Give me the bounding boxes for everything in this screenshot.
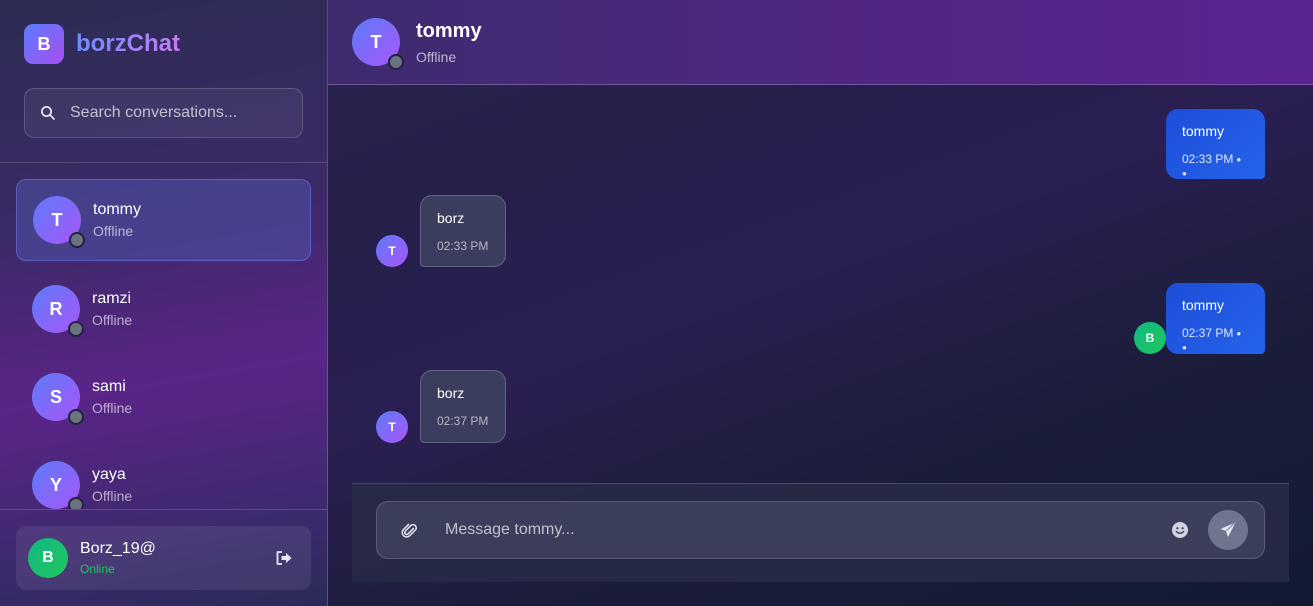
conversation-name: ramzi [92,290,132,307]
message-input[interactable] [445,519,1145,541]
brand-logo: B [24,24,64,64]
message-bubble-received: borz 02:33 PM [420,195,506,267]
paperclip-icon[interactable] [401,522,419,540]
search-icon [41,106,55,120]
brand-name: borzChat [76,30,180,57]
current-user-card: B Borz_19@ Online [16,526,311,590]
search-box [24,88,303,138]
message-avatar: T [376,411,408,443]
search-input[interactable] [70,104,280,122]
message-list: tommy 02:33 PM ● ● T borz 02:33 PM B tomm… [328,85,1313,483]
offline-status-dot [68,497,84,509]
conversation-item-ramzi[interactable]: R ramzi Offline [16,268,311,350]
send-icon [1220,522,1236,537]
composer [376,501,1265,559]
conversation-status: Offline [93,223,134,239]
avatar-initial: T [370,31,382,52]
message-text: tommy [1182,297,1224,313]
chat-contact-status: Offline [416,49,457,65]
logout-icon[interactable] [275,550,293,566]
avatar-initial: T [51,209,63,230]
message-time: 02:33 PM [1182,152,1234,166]
conversation-name: sami [92,378,126,395]
chat-header: T tommy Offline [328,0,1313,85]
message-bubble-sent: tommy 02:37 PM ● ● [1166,283,1265,354]
message-bubble-sent: tommy 02:33 PM ● ● [1166,109,1265,179]
conversation-list: T tommy Offline R ramzi Offline S sami O… [0,163,327,509]
conversation-item-yaya[interactable]: Y yaya Offline [16,444,311,509]
chat-header-avatar: T [352,18,404,70]
conversation-name: tommy [93,201,141,218]
message-time: 02:37 PM [1182,326,1234,340]
conversation-name: yaya [92,466,126,483]
app: B borzChat T tommy Offline [0,0,1313,606]
message-time: 02:37 PM [437,414,489,428]
chat-panel: T tommy Offline tommy 02:33 PM ● ● T borz… [328,0,1313,606]
conversation-status: Offline [92,400,133,416]
avatar: R [32,285,84,337]
offline-status-dot [68,409,84,425]
avatar: S [32,373,84,425]
composer-area [352,483,1289,582]
sidebar: B borzChat T tommy Offline [0,0,328,606]
message-avatar: B [1134,322,1166,354]
current-user-status: Online [80,562,115,576]
conversation-item-sami[interactable]: S sami Offline [16,356,311,438]
message-text: tommy [1182,123,1224,139]
avatar: T [33,196,85,248]
conversation-item-tommy[interactable]: T tommy Offline [16,179,311,261]
current-user-name: Borz_19@ [80,540,156,557]
message-text: borz [437,210,465,226]
chat-contact-name: tommy [416,20,482,42]
current-user-avatar: B [28,538,68,578]
avatar-initial: S [49,386,62,407]
offline-status-dot [69,232,85,248]
avatar-initial: Y [49,474,62,495]
message-avatar: T [376,235,408,267]
offline-status-dot [388,54,404,70]
conversation-status: Offline [92,312,133,328]
conversation-status: Offline [92,488,133,504]
avatar: Y [32,461,84,509]
offline-status-dot [68,321,84,337]
send-button[interactable] [1208,510,1248,550]
message-text: borz [437,385,465,401]
smiley-icon[interactable] [1171,521,1189,539]
current-user-footer: B Borz_19@ Online [0,509,327,606]
brand: B borzChat [24,24,180,64]
message-bubble-received: borz 02:37 PM [420,370,506,443]
avatar-initial: R [49,298,63,319]
message-time: 02:33 PM [437,239,489,253]
